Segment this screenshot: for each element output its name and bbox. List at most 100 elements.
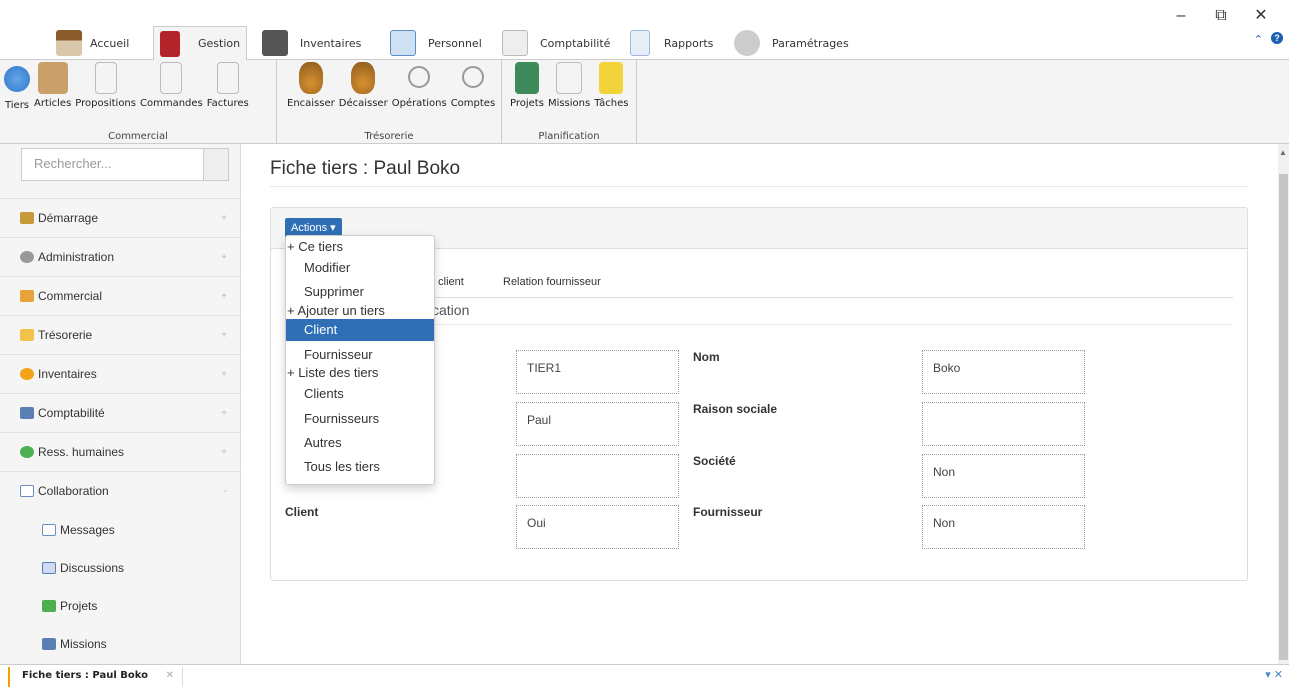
menu-item-fournisseurs[interactable]: Fournisseurs xyxy=(286,408,434,430)
search-button[interactable] xyxy=(203,149,228,180)
raison-sociale-field[interactable] xyxy=(922,402,1085,446)
tab-relation-fournisseur[interactable]: Relation fournisseur xyxy=(503,276,601,288)
menu-item-modifier[interactable]: Modifier xyxy=(286,257,434,279)
sidebar-item-inventaires[interactable]: Inventaires + xyxy=(0,354,241,393)
close-button[interactable]: ✕ xyxy=(1241,4,1281,28)
folder-icon xyxy=(20,329,34,341)
fournisseur-label: Fournisseur xyxy=(693,505,763,519)
menu-item-tous-les-tiers[interactable]: Tous les tiers xyxy=(286,456,434,478)
expand-icon: + xyxy=(221,329,227,341)
vertical-scrollbar[interactable]: ▲ xyxy=(1278,144,1289,664)
document-icon xyxy=(160,62,183,94)
minimize-button[interactable]: – xyxy=(1161,4,1201,28)
tab-rapports[interactable]: Rapports xyxy=(624,26,719,60)
close-tab-icon[interactable]: ✕ xyxy=(166,667,174,685)
tab-accueil[interactable]: Accueil xyxy=(50,26,135,60)
ribbon-factures-button[interactable]: Factures xyxy=(205,62,251,111)
ribbon-comptes-button[interactable]: Comptes xyxy=(449,62,497,109)
sidebar-item-administration[interactable]: Administration + xyxy=(0,237,241,276)
document-icon xyxy=(94,62,117,94)
client-label: Client xyxy=(285,505,319,519)
help-icon[interactable]: ? xyxy=(1271,32,1283,44)
sidebar-subitem-projets[interactable]: Projets xyxy=(0,587,241,625)
sidebar-item-ress-humaines[interactable]: Ress. humaines + xyxy=(0,432,241,471)
sticky-note-icon xyxy=(599,62,624,94)
ribbon-missions-button[interactable]: Missions xyxy=(546,62,592,109)
collapse-ribbon-icon[interactable]: ⌃ xyxy=(1254,33,1263,46)
sidebar-subitem-messages[interactable]: Messages xyxy=(0,511,241,549)
edit-icon xyxy=(20,407,34,419)
empty-field[interactable] xyxy=(516,454,679,498)
tab-inventaires[interactable]: Inventaires xyxy=(256,26,367,60)
ribbon-decaisser-button[interactable]: Décaisser xyxy=(337,62,390,109)
ribbon-group-commercial: Tiers Articles Propositions Commandes Fa… xyxy=(0,60,277,144)
report-icon xyxy=(630,30,650,56)
tab-comptabilite[interactable]: Comptabilité xyxy=(496,26,616,60)
scroll-up-icon[interactable]: ▲ xyxy=(1279,148,1287,157)
sidebar-item-collaboration[interactable]: Collaboration - xyxy=(0,471,241,510)
raison-sociale-label: Raison sociale xyxy=(693,402,778,416)
actions-dropdown: + Ce tiers Modifier Supprimer + Ajouter … xyxy=(285,235,435,485)
house-icon xyxy=(56,30,82,56)
ribbon-operations-button[interactable]: Opérations xyxy=(390,62,449,109)
prenom-field[interactable]: Paul xyxy=(516,402,679,446)
checklist-icon xyxy=(556,62,583,94)
sidebar-item-tresorerie[interactable]: Trésorerie + xyxy=(0,315,241,354)
societe-label: Société xyxy=(693,454,736,468)
box-icon xyxy=(37,62,68,94)
document-icon xyxy=(216,62,239,94)
ledger-icon xyxy=(502,30,528,56)
societe-field[interactable]: Non xyxy=(922,454,1085,498)
mail-icon xyxy=(20,485,34,497)
nom-field[interactable]: Boko xyxy=(922,350,1085,394)
scroll-thumb[interactable] xyxy=(1279,174,1288,660)
ribbon-commandes-button[interactable]: Commandes xyxy=(138,62,205,111)
ribbon-tiers-button[interactable]: Tiers xyxy=(2,62,32,111)
tab-personnel[interactable]: Personnel xyxy=(384,26,488,60)
client-field[interactable]: Oui xyxy=(516,505,679,549)
maximize-button[interactable]: ⧉ xyxy=(1201,4,1241,28)
ribbon-group-label: Commercial xyxy=(108,131,168,142)
home-icon xyxy=(20,212,34,224)
ribbon-group-label: Trésorerie xyxy=(364,131,414,142)
sidebar-item-demarrage[interactable]: Démarrage + xyxy=(0,198,241,237)
magnifier-icon xyxy=(408,66,431,88)
menu-item-clients[interactable]: Clients xyxy=(286,383,434,405)
people-icon xyxy=(20,446,34,458)
gear-icon xyxy=(20,251,34,263)
ribbon-group-planification: Projets Missions Tâches Planification xyxy=(502,60,637,144)
tab-gestion[interactable]: Gestion xyxy=(153,26,248,61)
menu-item-fournisseur[interactable]: Fournisseur xyxy=(286,344,434,366)
search-input[interactable]: Rechercher... xyxy=(22,149,204,180)
code-field[interactable]: TIER1 xyxy=(516,350,679,394)
menu-item-client[interactable]: Client xyxy=(286,319,434,341)
search-box: Rechercher... xyxy=(21,148,229,181)
ribbon-propositions-button[interactable]: Propositions xyxy=(73,62,138,111)
warehouse-icon xyxy=(262,30,288,56)
window-controls: – ⧉ ✕ xyxy=(1161,4,1281,28)
ribbon-group-tresorerie: Encaisser Décaisser Opérations Comptes T… xyxy=(277,60,502,144)
sidebar-item-comptabilite[interactable]: Comptabilité + xyxy=(0,393,241,432)
menu-item-autres[interactable]: Autres xyxy=(286,432,434,454)
ribbon-taches-button[interactable]: Tâches xyxy=(592,62,630,109)
expand-icon: + xyxy=(221,368,227,380)
ribbon-projets-button[interactable]: Projets xyxy=(508,62,546,109)
expand-icon: + xyxy=(221,446,227,458)
menu-item-supprimer[interactable]: Supprimer xyxy=(286,281,434,303)
magnifier-icon xyxy=(461,66,484,88)
tab-bar-controls[interactable]: ▾ ✕ xyxy=(1265,668,1283,681)
tab-parametrages[interactable]: Paramétrages xyxy=(728,26,855,60)
sidebar-subitem-discussions[interactable]: Discussions xyxy=(0,549,241,587)
sidebar-item-commercial[interactable]: Commercial + xyxy=(0,276,241,315)
expand-icon: + xyxy=(221,212,227,224)
expand-icon: + xyxy=(221,407,227,419)
sidebar-subitem-missions[interactable]: Missions xyxy=(0,625,241,663)
moneybag-in-icon xyxy=(298,62,323,94)
collapse-icon: - xyxy=(223,485,227,497)
projects-icon xyxy=(514,62,539,94)
ribbon-articles-button[interactable]: Articles xyxy=(32,62,73,111)
document-tab[interactable]: Fiche tiers : Paul Boko ✕ xyxy=(8,667,183,687)
ribbon-encaisser-button[interactable]: Encaisser xyxy=(285,62,337,109)
fournisseur-field[interactable]: Non xyxy=(922,505,1085,549)
globe-icon xyxy=(4,66,30,92)
